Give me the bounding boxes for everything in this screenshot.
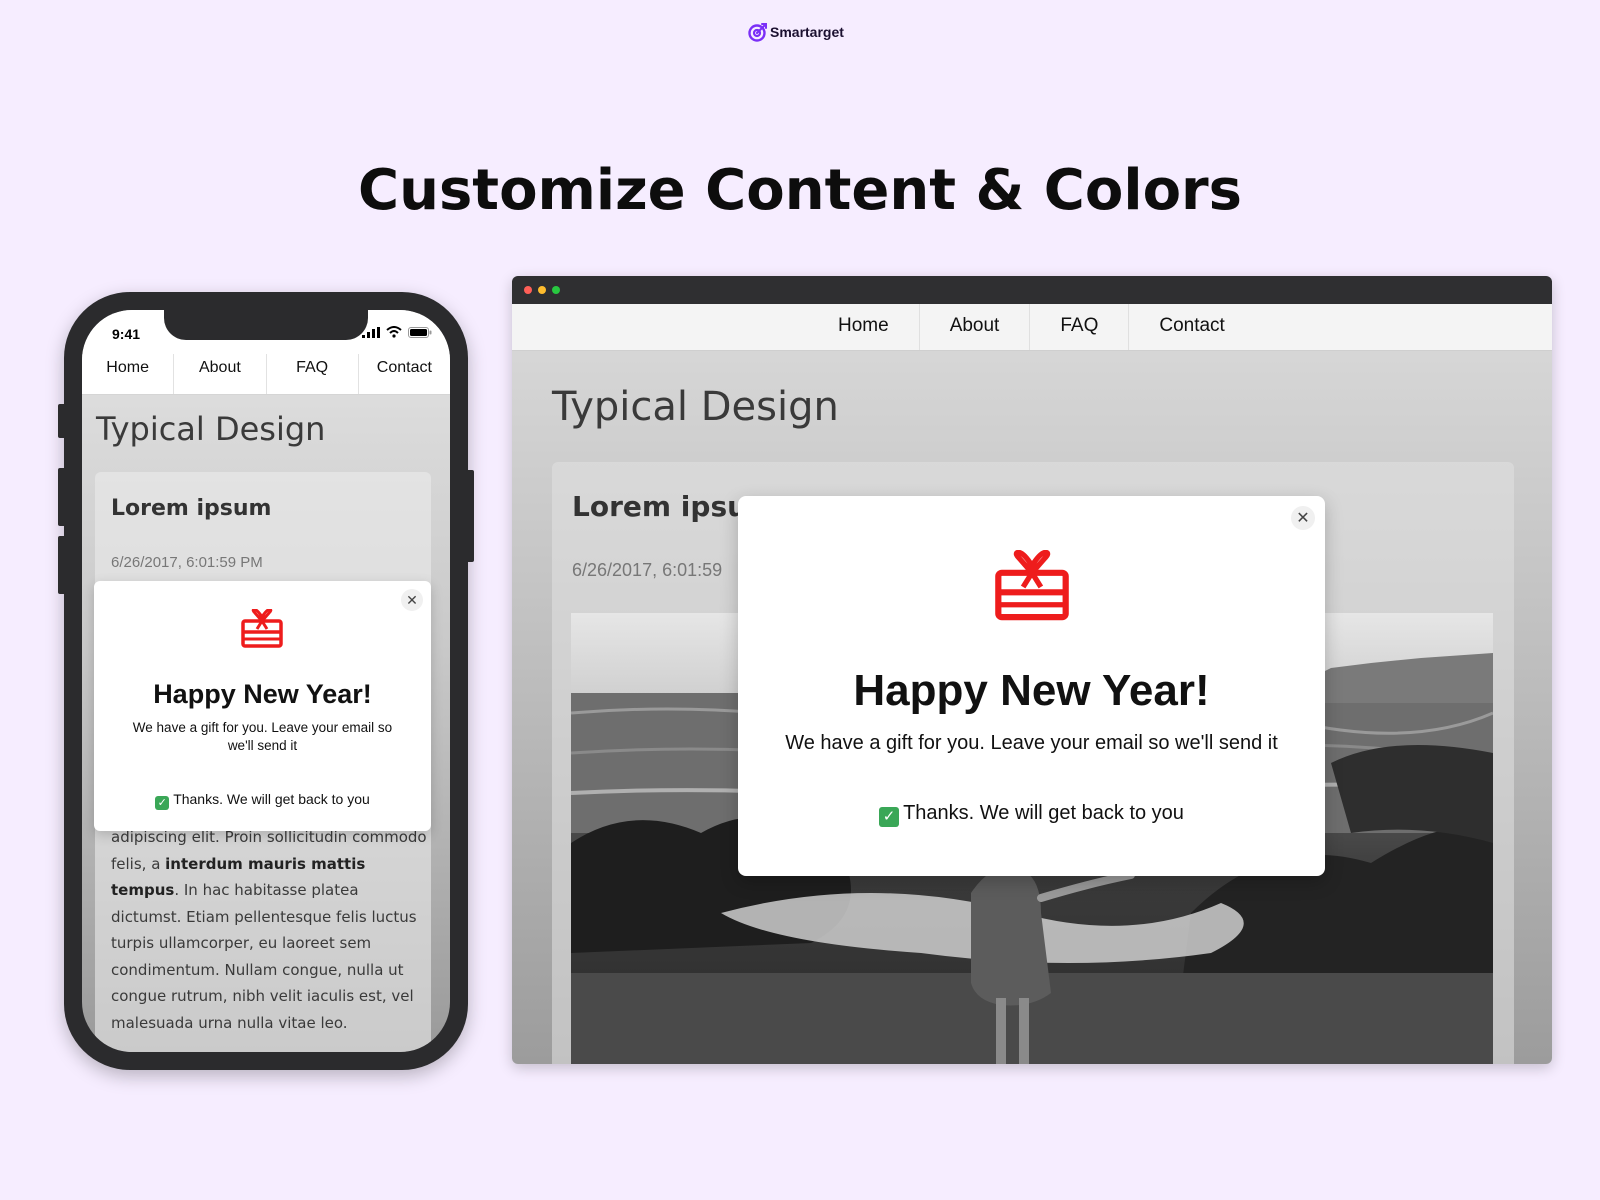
checkmark-icon: ✓ <box>879 807 900 827</box>
browser-nav-contact[interactable]: Contact <box>1129 304 1254 350</box>
browser-card-date: 6/26/2017, 6:01:59 <box>572 560 723 580</box>
phone-power-button <box>466 470 474 562</box>
mobile-article-body: adipiscing elit. Proin sollicitudin comm… <box>111 824 429 1036</box>
status-time: 9:41 <box>112 326 141 342</box>
mobile-popup-thanks-text: Thanks. We will get back to you <box>173 791 370 807</box>
mobile-popup-subtitle: We have a gift for you. Leave your email… <box>132 720 393 753</box>
mobile-nav-faq[interactable]: FAQ <box>267 354 359 394</box>
target-icon <box>748 23 767 42</box>
window-close-dot[interactable] <box>524 286 532 294</box>
close-icon: ✕ <box>1296 510 1310 527</box>
browser-popup-subtitle: We have a gift for you. Leave your email… <box>785 732 1278 754</box>
mobile-card-title: Lorem ipsum <box>111 496 272 521</box>
mobile-nav-contact[interactable]: Contact <box>359 354 450 394</box>
mobile-popup-close-button[interactable]: ✕ <box>401 589 423 611</box>
mobile-popup: ✕ Happy New Year! We have a gift for you… <box>94 581 431 831</box>
brand-logo: Smartarget <box>748 22 844 42</box>
wifi-icon <box>386 326 402 338</box>
browser-page-heading: Typical Design <box>552 384 839 430</box>
browser-nav: Home About FAQ Contact <box>512 304 1552 351</box>
phone-mute-switch <box>58 404 66 438</box>
browser-nav-about[interactable]: About <box>920 304 1031 350</box>
browser-popup: ✕ Happy New Year! We have a gift for you… <box>738 496 1325 876</box>
mobile-card-date: 6/26/2017, 6:01:59 PM <box>111 554 263 571</box>
brand-name: Smartarget <box>770 24 844 40</box>
browser-popup-thanks: ✓ Thanks. We will get back to you <box>738 802 1325 827</box>
browser-popup-thanks-text: Thanks. We will get back to you <box>903 802 1184 824</box>
mobile-body-text-2: . In hac habitasse platea dictumst. Etia… <box>111 881 417 1032</box>
browser-nav-faq[interactable]: FAQ <box>1030 304 1130 350</box>
headline: Customize Content & Colors <box>358 158 1242 223</box>
browser-popup-close-button[interactable]: ✕ <box>1291 506 1315 530</box>
gift-icon <box>241 609 283 648</box>
phone-mockup: 9:41 Home About FAQ Contact Typical Desi… <box>58 292 474 1070</box>
gift-icon <box>995 550 1069 621</box>
phone-notch <box>164 310 368 340</box>
mobile-popup-thanks: ✓ Thanks. We will get back to you <box>94 791 431 810</box>
mobile-popup-title: Happy New Year! <box>153 679 372 709</box>
window-minimize-dot[interactable] <box>538 286 546 294</box>
checkmark-icon: ✓ <box>155 796 170 810</box>
mobile-page-heading: Typical Design <box>96 410 326 448</box>
mobile-nav-home[interactable]: Home <box>82 354 175 394</box>
close-icon: ✕ <box>406 591 418 608</box>
window-maximize-dot[interactable] <box>552 286 560 294</box>
browser-nav-home[interactable]: Home <box>808 304 920 350</box>
mobile-nav-about[interactable]: About <box>174 354 267 394</box>
browser-mockup: Home About FAQ Contact Typical Design Lo… <box>512 276 1552 1064</box>
battery-icon <box>408 326 432 338</box>
status-icons <box>362 326 432 338</box>
browser-popup-title: Happy New Year! <box>853 666 1210 715</box>
phone-volume-down <box>58 536 66 594</box>
phone-screen: 9:41 Home About FAQ Contact Typical Desi… <box>82 310 450 1052</box>
mobile-nav: Home About FAQ Contact <box>82 354 450 395</box>
browser-titlebar <box>512 276 1552 304</box>
phone-volume-up <box>58 468 66 526</box>
